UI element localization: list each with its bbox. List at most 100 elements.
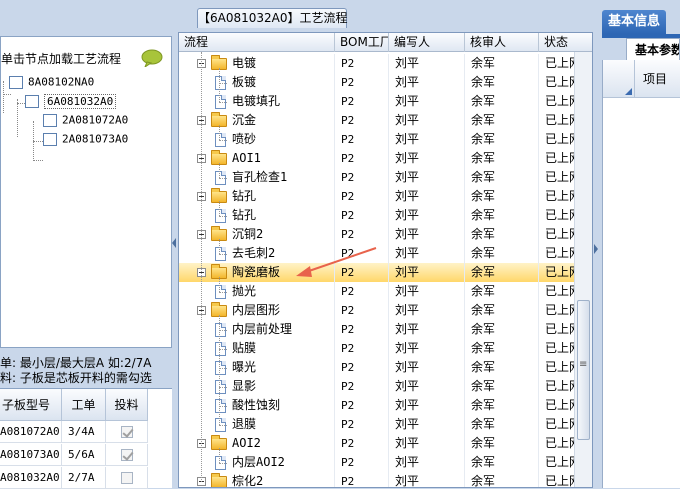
tab-basic-info[interactable]: 基本信息: [602, 10, 666, 34]
process-step-row[interactable]: 板镀P2刘平余军已上网: [179, 73, 576, 92]
process-step-row[interactable]: 钻孔P2刘平余军已上网: [179, 206, 576, 225]
tab-basic-params[interactable]: 基本参数: [626, 38, 680, 60]
tab-process-flow[interactable]: 【6A081032A0】工艺流程: [197, 8, 348, 28]
bom-factory-cell: P2: [335, 339, 389, 358]
header-reviewer[interactable]: 核审人: [465, 33, 539, 52]
writer-cell: 刘平: [389, 415, 465, 434]
reviewer-cell: 余军: [465, 396, 539, 415]
reviewer-cell: 余军: [465, 111, 539, 130]
writer-cell: 刘平: [389, 130, 465, 149]
process-step-row[interactable]: 贴膜P2刘平余军已上网: [179, 339, 576, 358]
writer-cell: 刘平: [389, 54, 465, 73]
feed-checkbox[interactable]: [120, 425, 133, 438]
process-cell: [179, 434, 335, 453]
node-box-icon: [9, 75, 23, 89]
feed-checkbox[interactable]: [120, 471, 133, 484]
tree-node[interactable]: 2A081073A0: [43, 132, 128, 150]
process-group-row[interactable]: 内层图形P2刘平余军已上网: [179, 301, 576, 320]
tree-node-label: 2A081073A0: [62, 132, 129, 146]
process-step-row[interactable]: 内层AOI2P2刘平余军已上网: [179, 453, 576, 472]
status-cell: 已上网: [539, 111, 576, 130]
tree-connector: [219, 292, 227, 293]
writer-cell: 刘平: [389, 168, 465, 187]
process-step-row[interactable]: 喷砂P2刘平余军已上网: [179, 130, 576, 149]
process-group-row[interactable]: 钻孔P2刘平余军已上网: [179, 187, 576, 206]
grid-column-header[interactable]: 投料: [106, 389, 148, 421]
subboard-model-cell[interactable]: A081072A0: [0, 421, 62, 443]
status-cell: 已上网: [539, 244, 576, 263]
left-splitter[interactable]: [172, 0, 177, 488]
subboard-model-cell[interactable]: A081032A0: [0, 467, 62, 489]
tree-connector: [219, 216, 227, 217]
process-step-row[interactable]: 酸性蚀刻P2刘平余军已上网: [179, 396, 576, 415]
tree-connector: [33, 141, 43, 142]
scrollbar-thumb[interactable]: [577, 300, 590, 440]
reviewer-cell: 余军: [465, 130, 539, 149]
tree-connector: [219, 406, 227, 407]
writer-cell: 刘平: [389, 282, 465, 301]
chat-bubble-icon[interactable]: [141, 49, 163, 67]
bom-factory-cell: P2: [335, 472, 389, 487]
tree-node-label: 2A081072A0: [62, 113, 129, 127]
work-order-cell[interactable]: 3/4A: [62, 421, 106, 443]
tree-node[interactable]: 8A08102NA0: [9, 75, 94, 93]
process-step-row[interactable]: 抛光P2刘平余军已上网: [179, 282, 576, 301]
header-writer[interactable]: 编写人: [389, 33, 465, 52]
process-group-row[interactable]: AOI2P2刘平余军已上网: [179, 434, 576, 453]
writer-cell: 刘平: [389, 472, 465, 487]
reviewer-cell: 余军: [465, 263, 539, 282]
process-step-row[interactable]: 曝光P2刘平余军已上网: [179, 358, 576, 377]
process-group-row[interactable]: 陶瓷磨板P2刘平余军已上网: [179, 263, 576, 282]
header-bom-factory[interactable]: BOM工厂: [335, 33, 389, 52]
reviewer-cell: 余军: [465, 282, 539, 301]
bom-factory-cell: P2: [335, 225, 389, 244]
feed-checkbox[interactable]: [120, 448, 133, 461]
process-step-row[interactable]: 显影P2刘平余军已上网: [179, 377, 576, 396]
process-step-row[interactable]: 盲孔检查1P2刘平余军已上网: [179, 168, 576, 187]
tree-node[interactable]: 2A081072A0: [43, 113, 128, 131]
sort-corner-icon: [625, 88, 632, 95]
header-process[interactable]: 流程: [179, 33, 335, 52]
tree-connector: [17, 99, 18, 137]
process-group-row[interactable]: 沉金P2刘平余军已上网: [179, 111, 576, 130]
order-note: 单: 最小层/最大层A 如:2/7A 料: 子板是芯板开料的需勾选: [0, 356, 172, 388]
collapse-left-icon[interactable]: [172, 238, 177, 248]
header-status[interactable]: 状态: [539, 33, 592, 52]
subboard-model-cell[interactable]: A081073A0: [0, 444, 62, 466]
bom-factory-cell: P2: [335, 73, 389, 92]
feed-cell: [106, 467, 148, 489]
process-cell: [179, 358, 335, 377]
process-group-row[interactable]: 电镀P2刘平余军已上网: [179, 54, 576, 73]
tree-node[interactable]: 6A081032A0: [25, 93, 117, 112]
tree-connector: [219, 349, 227, 350]
work-order-cell[interactable]: 2/7A: [62, 467, 106, 489]
process-step-row[interactable]: 内层前处理P2刘平余军已上网: [179, 320, 576, 339]
status-cell: 已上网: [539, 149, 576, 168]
writer-cell: 刘平: [389, 339, 465, 358]
writer-cell: 刘平: [389, 149, 465, 168]
process-cell: [179, 301, 335, 320]
process-step-row[interactable]: 退膜P2刘平余军已上网: [179, 415, 576, 434]
process-cell: [179, 377, 335, 396]
reviewer-cell: 余军: [465, 339, 539, 358]
tree-connector: [219, 83, 227, 84]
column-header-item[interactable]: 项目: [635, 60, 680, 98]
vertical-scrollbar[interactable]: [574, 52, 592, 487]
process-group-row[interactable]: 沉铜2P2刘平余军已上网: [179, 225, 576, 244]
status-cell: 已上网: [539, 225, 576, 244]
grid-column-header[interactable]: 工单: [62, 389, 106, 421]
process-step-row[interactable]: 电镀填孔P2刘平余军已上网: [179, 92, 576, 111]
process-group-row[interactable]: AOI1P2刘平余军已上网: [179, 149, 576, 168]
row-header-corner[interactable]: [603, 60, 635, 98]
status-cell: 已上网: [539, 377, 576, 396]
tree-connector: [219, 163, 220, 178]
process-step-row[interactable]: 去毛刺2P2刘平余军已上网: [179, 244, 576, 263]
process-group-row[interactable]: 棕化2P2刘平余军已上网: [179, 472, 576, 487]
work-order-cell[interactable]: 5/6A: [62, 444, 106, 466]
tree-connector: [219, 277, 220, 292]
status-cell: 已上网: [539, 320, 576, 339]
grid-column-header[interactable]: 子板型号: [0, 389, 62, 421]
bom-factory-cell: P2: [335, 263, 389, 282]
process-cell: [179, 415, 335, 434]
status-cell: 已上网: [539, 73, 576, 92]
